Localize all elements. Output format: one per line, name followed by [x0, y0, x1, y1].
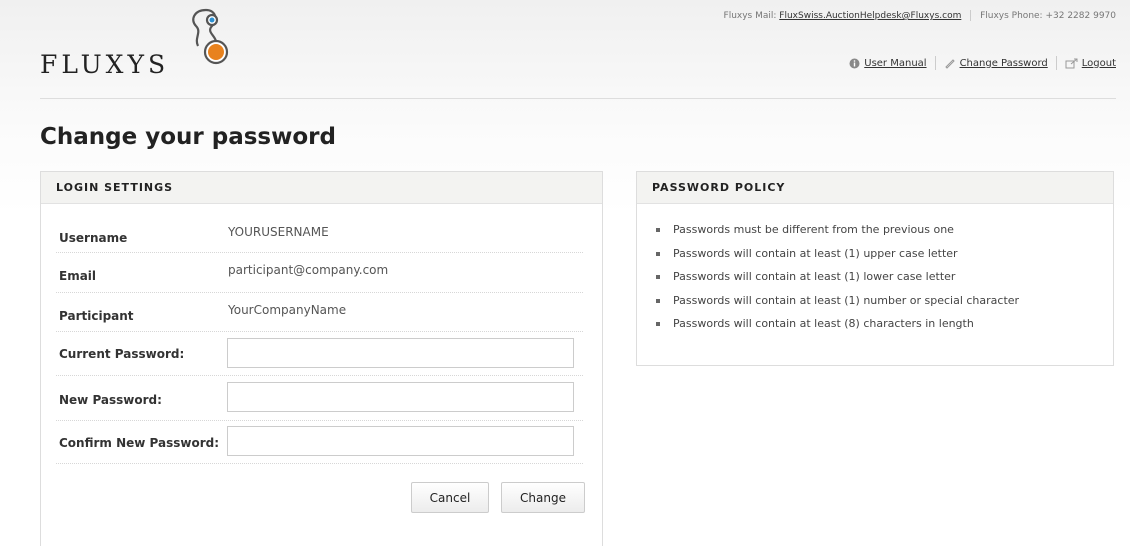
- email-row: Email participant@company.com: [56, 253, 583, 293]
- new-password-label: New Password:: [59, 393, 162, 407]
- list-item: Passwords will contain at least (1) uppe…: [653, 242, 1113, 266]
- phone-label: Fluxys Phone:: [980, 11, 1043, 21]
- current-password-label: Current Password:: [59, 347, 185, 361]
- list-item: Passwords will contain at least (1) lowe…: [653, 265, 1113, 289]
- header-divider: [40, 98, 1116, 99]
- list-item: Passwords must be different from the pre…: [653, 218, 1113, 242]
- logo-text: FLUXYS: [40, 50, 170, 79]
- user-manual-link[interactable]: User Manual: [864, 58, 926, 69]
- participant-value: YourCompanyName: [228, 303, 347, 317]
- login-settings-panel: LOGIN SETTINGS Username YOURUSERNAME Ema…: [40, 171, 603, 546]
- list-item: Passwords will contain at least (1) numb…: [653, 289, 1113, 313]
- email-label: Email: [59, 269, 97, 283]
- mail-label: Fluxys Mail:: [723, 11, 777, 21]
- confirm-password-row: Confirm New Password:: [56, 421, 583, 464]
- top-links: User Manual Change Password Logout: [849, 56, 1116, 70]
- change-button[interactable]: Change: [501, 482, 585, 513]
- current-password-input[interactable]: [227, 338, 574, 368]
- confirm-password-input[interactable]: [227, 426, 574, 456]
- logout-icon: [1065, 58, 1078, 68]
- password-policy-title: PASSWORD POLICY: [637, 172, 1113, 204]
- nav-divider: [1055, 56, 1057, 70]
- cancel-button[interactable]: Cancel: [411, 482, 489, 513]
- info-icon: [849, 58, 860, 68]
- username-value: YOURUSERNAME: [228, 225, 329, 239]
- policy-list: Passwords must be different from the pre…: [637, 204, 1113, 336]
- contact-divider: [970, 10, 972, 21]
- participant-label: Participant: [59, 309, 134, 323]
- username-row: Username YOURUSERNAME: [56, 216, 583, 253]
- new-password-row: New Password:: [56, 376, 583, 421]
- list-item: Passwords will contain at least (8) char…: [653, 312, 1113, 336]
- page-title: Change your password: [40, 124, 336, 150]
- logout-link[interactable]: Logout: [1082, 58, 1116, 69]
- nav-divider: [934, 56, 936, 70]
- pencil-icon: [944, 59, 955, 69]
- new-password-input[interactable]: [227, 382, 574, 412]
- fluxys-logo[interactable]: FLUXYS: [40, 6, 240, 79]
- fluxys-logo-mark-icon: [192, 8, 229, 65]
- participant-row: Participant YourCompanyName: [56, 293, 583, 332]
- confirm-password-label: Confirm New Password:: [59, 436, 220, 450]
- username-label: Username: [59, 231, 128, 245]
- password-policy-panel: PASSWORD POLICY Passwords must be differ…: [636, 171, 1114, 366]
- change-password-link[interactable]: Change Password: [960, 58, 1048, 69]
- current-password-row: Current Password:: [56, 332, 583, 376]
- email-value: participant@company.com: [228, 263, 389, 277]
- contact-info: Fluxys Mail: FluxSwiss.AuctionHelpdesk@F…: [724, 10, 1116, 21]
- login-settings-title: LOGIN SETTINGS: [41, 172, 602, 204]
- phone-value: +32 2282 9970: [1045, 11, 1116, 21]
- mail-link[interactable]: FluxSwiss.AuctionHelpdesk@Fluxys.com: [779, 11, 961, 21]
